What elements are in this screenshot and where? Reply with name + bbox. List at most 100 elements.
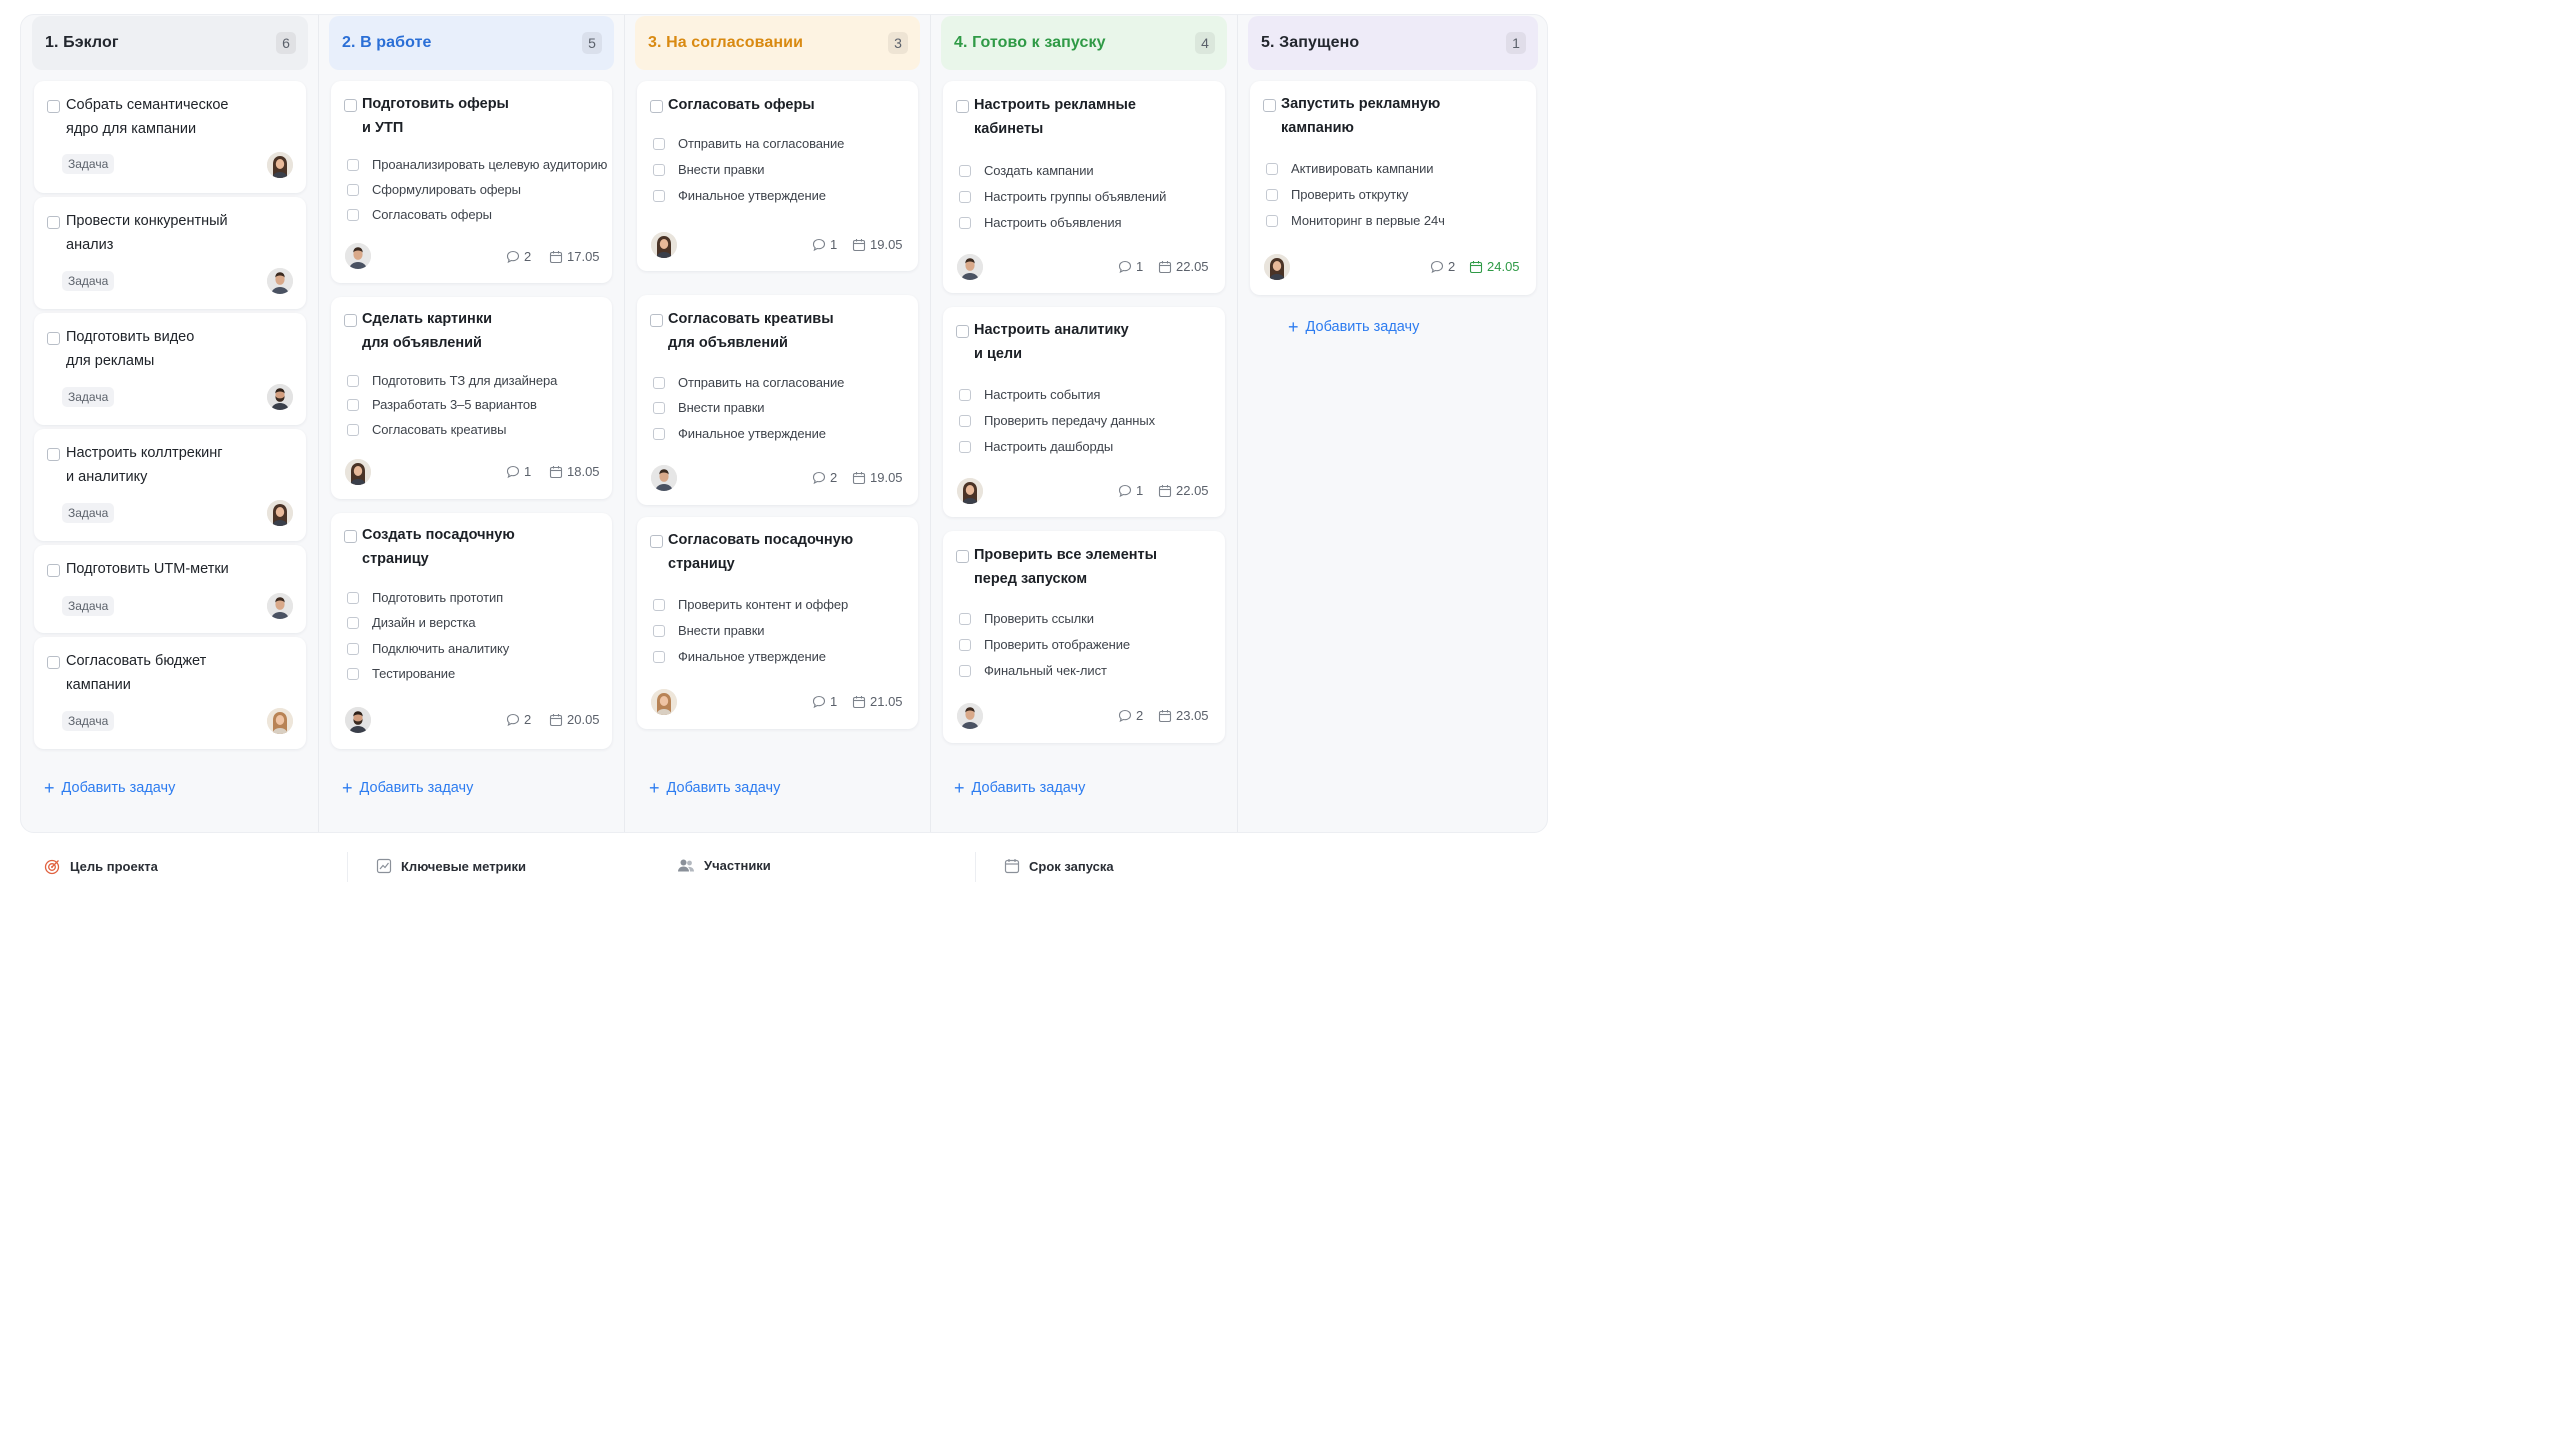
footer-project-goal[interactable]: Цель проекта [44, 858, 158, 875]
due-date[interactable]: 19.05 [852, 470, 903, 485]
assignee-avatar[interactable] [267, 268, 293, 294]
add-task-button[interactable]: + Добавить задачу [342, 779, 473, 797]
task-checkbox[interactable] [47, 564, 60, 577]
task-checkbox[interactable] [650, 100, 663, 113]
task-card[interactable]: Сделать картинки для объявлений Подготов… [331, 297, 612, 499]
subtask-checkbox[interactable] [653, 428, 665, 440]
task-card[interactable]: Создать посадочную страницу Подготовить … [331, 513, 612, 749]
task-card[interactable]: Настроить аналитику и цели Настроить соб… [943, 307, 1225, 517]
task-card[interactable]: Проверить все элементы перед запуском Пр… [943, 531, 1225, 743]
add-task-button[interactable]: + Добавить задачу [649, 779, 780, 797]
task-checkbox[interactable] [47, 100, 60, 113]
comments-count[interactable]: 2 [812, 470, 837, 485]
subtask-checkbox[interactable] [653, 651, 665, 663]
assignee-avatar[interactable] [267, 500, 293, 526]
assignee-avatar[interactable] [267, 593, 293, 619]
subtask-checkbox[interactable] [959, 217, 971, 229]
task-checkbox[interactable] [47, 448, 60, 461]
subtask-checkbox[interactable] [347, 375, 359, 387]
subtask-checkbox[interactable] [653, 138, 665, 150]
task-checkbox[interactable] [47, 332, 60, 345]
due-date[interactable]: 18.05 [549, 464, 600, 479]
due-date[interactable]: 23.05 [1158, 708, 1209, 723]
due-date[interactable]: 22.05 [1158, 483, 1209, 498]
task-checkbox[interactable] [344, 530, 357, 543]
comments-count[interactable]: 1 [506, 464, 531, 479]
add-task-button[interactable]: + Добавить задачу [1288, 318, 1419, 336]
task-card[interactable]: Согласовать посадочную страницу Проверит… [637, 517, 918, 729]
task-card[interactable]: Собрать семантическое ядро для кампании … [34, 81, 306, 193]
footer-members[interactable]: Участники [677, 858, 771, 873]
task-card[interactable]: Настроить рекламные кабинеты Создать кам… [943, 81, 1225, 293]
task-card[interactable]: Согласовать креативы для объявлений Отпр… [637, 295, 918, 505]
subtask-checkbox[interactable] [347, 424, 359, 436]
due-date[interactable]: 22.05 [1158, 259, 1209, 274]
due-date[interactable]: 21.05 [852, 694, 903, 709]
task-checkbox[interactable] [344, 314, 357, 327]
assignee-avatar[interactable] [345, 707, 371, 733]
comments-count[interactable]: 2 [1430, 259, 1455, 274]
comments-count[interactable]: 1 [1118, 259, 1143, 274]
subtask-checkbox[interactable] [347, 643, 359, 655]
assignee-avatar[interactable] [957, 478, 983, 504]
due-date[interactable]: 19.05 [852, 237, 903, 252]
footer-launch-date[interactable]: Срок запуска [1004, 858, 1114, 874]
assignee-avatar[interactable] [651, 689, 677, 715]
subtask-checkbox[interactable] [959, 191, 971, 203]
comments-count[interactable]: 2 [506, 712, 531, 727]
subtask-checkbox[interactable] [653, 599, 665, 611]
assignee-avatar[interactable] [957, 703, 983, 729]
task-card[interactable]: Согласовать оферы Отправить на согласова… [637, 81, 918, 271]
task-card[interactable]: Настроить коллтрекинг и аналитику Задача [34, 429, 306, 541]
task-checkbox[interactable] [47, 216, 60, 229]
subtask-checkbox[interactable] [959, 389, 971, 401]
task-checkbox[interactable] [1263, 99, 1276, 112]
subtask-checkbox[interactable] [959, 613, 971, 625]
task-card[interactable]: Подготовить видео для рекламы Задача [34, 313, 306, 425]
task-checkbox[interactable] [650, 535, 663, 548]
task-card[interactable]: Запустить рекламную кампанию Активироват… [1250, 81, 1536, 295]
subtask-checkbox[interactable] [959, 415, 971, 427]
subtask-checkbox[interactable] [347, 592, 359, 604]
subtask-checkbox[interactable] [347, 159, 359, 171]
task-checkbox[interactable] [956, 325, 969, 338]
task-checkbox[interactable] [344, 99, 357, 112]
task-checkbox[interactable] [650, 314, 663, 327]
subtask-checkbox[interactable] [653, 377, 665, 389]
add-task-button[interactable]: + Добавить задачу [954, 779, 1085, 797]
assignee-avatar[interactable] [267, 384, 293, 410]
comments-count[interactable]: 1 [812, 237, 837, 252]
due-date[interactable]: 24.05 [1469, 259, 1520, 274]
footer-key-metrics[interactable]: Ключевые метрики [376, 858, 526, 874]
subtask-checkbox[interactable] [653, 402, 665, 414]
task-checkbox[interactable] [956, 550, 969, 563]
task-card[interactable]: Подготовить оферы и УТП Проанализировать… [331, 81, 612, 283]
due-date[interactable]: 17.05 [549, 249, 600, 264]
subtask-checkbox[interactable] [653, 190, 665, 202]
subtask-checkbox[interactable] [653, 625, 665, 637]
assignee-avatar[interactable] [957, 254, 983, 280]
subtask-checkbox[interactable] [959, 441, 971, 453]
comments-count[interactable]: 1 [812, 694, 837, 709]
subtask-checkbox[interactable] [1266, 163, 1278, 175]
task-card[interactable]: Подготовить UTM-метки Задача [34, 545, 306, 633]
subtask-checkbox[interactable] [1266, 189, 1278, 201]
comments-count[interactable]: 2 [506, 249, 531, 264]
subtask-checkbox[interactable] [959, 639, 971, 651]
subtask-checkbox[interactable] [1266, 215, 1278, 227]
task-card[interactable]: Согласовать бюджет кампании Задача [34, 637, 306, 749]
subtask-checkbox[interactable] [653, 164, 665, 176]
assignee-avatar[interactable] [651, 232, 677, 258]
assignee-avatar[interactable] [267, 708, 293, 734]
assignee-avatar[interactable] [345, 459, 371, 485]
comments-count[interactable]: 2 [1118, 708, 1143, 723]
task-checkbox[interactable] [47, 656, 60, 669]
subtask-checkbox[interactable] [347, 668, 359, 680]
task-card[interactable]: Провести конкурентный анализ Задача [34, 197, 306, 309]
add-task-button[interactable]: + Добавить задачу [44, 779, 175, 797]
due-date[interactable]: 20.05 [549, 712, 600, 727]
subtask-checkbox[interactable] [347, 184, 359, 196]
task-checkbox[interactable] [956, 100, 969, 113]
subtask-checkbox[interactable] [959, 165, 971, 177]
comments-count[interactable]: 1 [1118, 483, 1143, 498]
